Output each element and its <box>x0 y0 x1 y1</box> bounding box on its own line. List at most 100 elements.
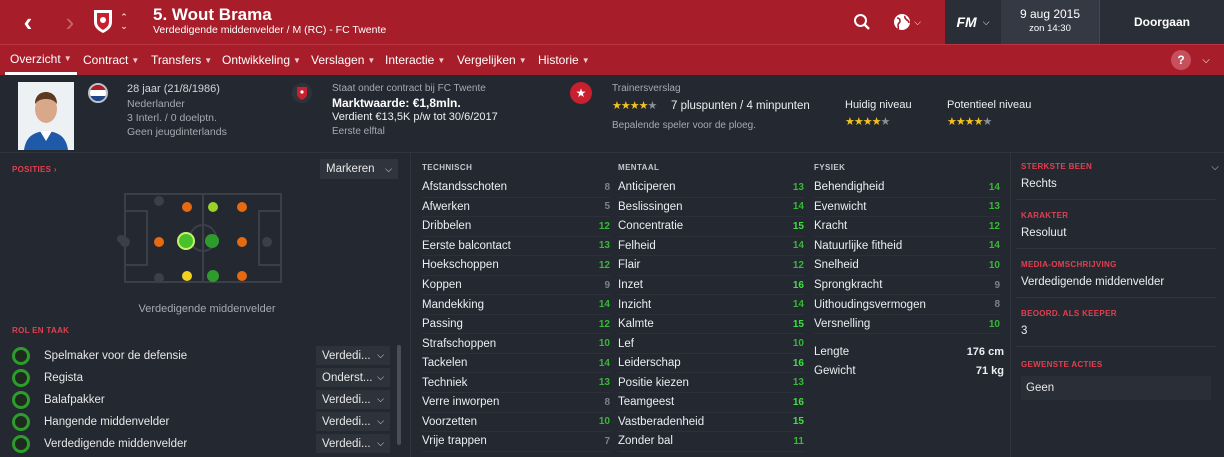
highlight-dropdown[interactable]: Markeren ⌵ <box>320 159 398 179</box>
position-dot[interactable] <box>237 237 247 247</box>
fm-menu-button[interactable]: FM ⌵ <box>945 0 1001 44</box>
collapse-icon[interactable]: ⌵ <box>1208 160 1222 174</box>
chevron-down-icon: ▼ <box>293 55 301 65</box>
sub-navigation: Overzicht ▼ Contract ▼ Transfers ▼ Ontwikke… <box>0 44 1224 75</box>
attribute-name: Techniek <box>422 376 468 389</box>
position-dot[interactable] <box>207 270 219 282</box>
globe-icon[interactable]: ⌵ <box>889 8 925 36</box>
attribute-value: 12 <box>598 259 610 271</box>
attribute-name: Vastberadenheid <box>618 415 705 428</box>
attribute-value: 12 <box>988 220 1000 232</box>
help-icon[interactable]: ? <box>1171 50 1191 70</box>
attribute-row: Inzet 16 <box>618 276 804 296</box>
duty-dropdown[interactable]: Onderst... ⌵ <box>316 368 390 387</box>
duty-label: Verdedi... <box>322 393 371 406</box>
strongest-foot-value: Rechts <box>1021 178 1057 190</box>
role-name: Verdedigende middenvelder <box>44 437 188 450</box>
player-age: 28 jaar (21/8/1986) <box>127 83 220 95</box>
attribute-name: Kracht <box>814 220 848 233</box>
role-row[interactable]: Verdedigende middenvelder Verdedi... ⌵ <box>12 433 390 454</box>
attribute-value: 13 <box>988 201 1000 213</box>
position-dot[interactable] <box>154 237 164 247</box>
roles-scrollbar[interactable] <box>397 345 401 445</box>
role-row[interactable]: Hangende middenvelder Verdedi... ⌵ <box>12 411 390 432</box>
tab-label: Overzicht <box>10 51 61 66</box>
position-dot[interactable] <box>205 234 219 248</box>
role-row[interactable]: Balafpakker Verdedi... ⌵ <box>12 389 390 410</box>
role-row[interactable]: Spelmaker voor de defensie Verdedi... ⌵ <box>12 345 390 366</box>
tab-label: Transfers <box>151 53 202 67</box>
tab-vergelijken[interactable]: Vergelijken ▼ <box>457 45 527 75</box>
tab-interactie[interactable]: Interactie ▼ <box>385 45 445 75</box>
position-dot[interactable] <box>182 271 192 281</box>
attribute-row: Voorzetten 10 <box>422 413 610 433</box>
duty-dropdown[interactable]: Verdedi... ⌵ <box>316 434 390 453</box>
attribute-row: Kalmte 15 <box>618 315 804 335</box>
back-icon[interactable]: ‹ <box>14 7 42 37</box>
role-row[interactable]: Regista Onderst... ⌵ <box>12 367 390 388</box>
position-dot[interactable] <box>154 273 164 283</box>
continue-button[interactable]: Doorgaan <box>1100 0 1224 44</box>
attribute-row: Mandekking 14 <box>422 295 610 315</box>
gk-rating-value: 3 <box>1021 325 1028 337</box>
attribute-row: Anticiperen 13 <box>618 178 804 198</box>
positions-label: POSITIES <box>12 165 52 174</box>
chevron-down-icon: ⌵ <box>377 350 384 360</box>
attribute-row: Felheid 14 <box>618 237 804 257</box>
attribute-row: Leiderschap 16 <box>618 354 804 374</box>
duty-dropdown[interactable]: Verdedi... ⌵ <box>316 346 390 365</box>
character-value: Resoluut <box>1021 227 1067 239</box>
attribute-name: Felheid <box>618 239 656 252</box>
attribute-row: Uithoudingsvermogen 8 <box>814 295 1000 315</box>
switch-player-icon[interactable]: ⌃ ⌄ <box>117 8 131 36</box>
preferred-moves-section: GEWENSTE ACTIES Geen <box>1021 360 1211 400</box>
potential-ability-stars: ★★★★★ <box>947 116 992 128</box>
tab-transfers[interactable]: Transfers ▼ <box>151 45 212 75</box>
attribute-value: 10 <box>598 416 610 428</box>
tab-historie[interactable]: Historie ▼ <box>538 45 590 75</box>
attribute-row: Afstandsschoten 8 <box>422 178 610 198</box>
attribute-row: Sprongkracht 9 <box>814 276 1000 296</box>
position-dot[interactable] <box>262 237 272 247</box>
duty-dropdown[interactable]: Verdedi... ⌵ <box>316 390 390 409</box>
tab-contract[interactable]: Contract ▼ <box>83 45 139 75</box>
attribute-value: 7 <box>604 435 610 447</box>
more-options-icon[interactable]: ⌵ <box>1196 50 1216 70</box>
position-dot[interactable] <box>154 196 164 206</box>
chevron-down-icon: ▼ <box>367 55 376 65</box>
forward-icon[interactable]: › <box>56 7 84 37</box>
position-dot[interactable] <box>237 271 247 281</box>
attribute-name: Flair <box>618 259 641 272</box>
position-dot[interactable] <box>208 202 218 212</box>
date-box[interactable]: 9 aug 2015 zon 14:30 <box>1001 0 1099 44</box>
duty-label: Verdedi... <box>322 349 371 362</box>
position-dot[interactable] <box>120 237 130 247</box>
position-dot[interactable] <box>237 202 247 212</box>
tab-overzicht[interactable]: Overzicht ▼ <box>5 45 77 75</box>
attribute-row: Vrije trappen 7 <box>422 432 610 452</box>
tab-ontwikkeling[interactable]: Ontwikkeling ▼ <box>222 45 301 75</box>
role-suitability-icon <box>12 368 30 387</box>
attribute-row: Beslissingen 14 <box>618 198 804 218</box>
position-dot[interactable] <box>182 202 192 212</box>
attribute-value: 12 <box>792 259 804 271</box>
duty-dropdown[interactable]: Verdedi... ⌵ <box>316 412 390 431</box>
search-icon[interactable] <box>848 8 876 36</box>
current-time: zon 14:30 <box>1029 23 1071 34</box>
gk-rating-section: BEOORD. ALS KEEPER 3 <box>1021 309 1211 337</box>
top-bar: ‹ › ⌃ ⌄ 5. Wout Brama Verdedigende midden… <box>0 0 1224 44</box>
positions-heading[interactable]: POSITIES › <box>12 165 57 174</box>
gk-rating-label: BEOORD. ALS KEEPER <box>1021 309 1117 318</box>
position-dot-selected[interactable] <box>177 232 195 250</box>
current-ability-label: Huidig niveau <box>845 99 912 111</box>
attribute-name: Evenwicht <box>814 200 867 213</box>
tab-label: Contract <box>83 53 129 67</box>
tab-verslagen[interactable]: Verslagen ▼ <box>311 45 375 75</box>
attribute-row: Evenwicht 13 <box>814 198 1000 218</box>
attribute-value: 13 <box>792 181 804 193</box>
club-logo-icon[interactable] <box>91 7 115 35</box>
strongest-foot-label: STERKSTE BEEN <box>1021 162 1093 171</box>
tab-label: Interactie <box>385 53 435 67</box>
page-title: 5. Wout Brama <box>153 5 272 24</box>
attribute-row: Positie kiezen 13 <box>618 374 804 393</box>
